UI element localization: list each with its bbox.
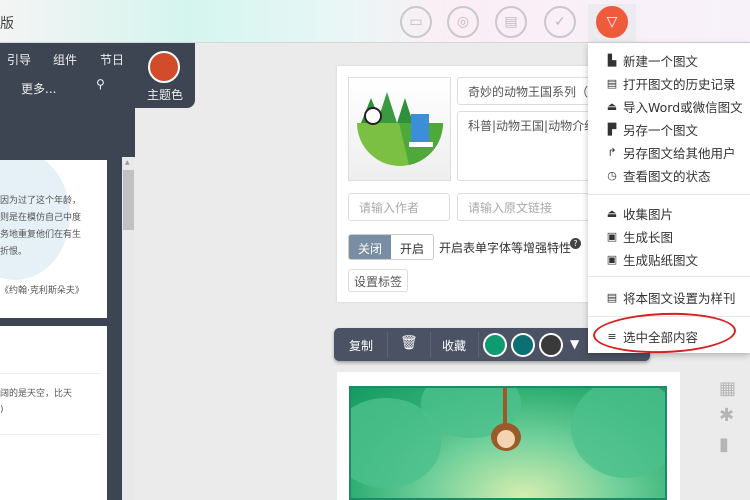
theme-color-label: 主题色 xyxy=(147,88,184,102)
menu-label: 另存一个图文 xyxy=(623,123,699,138)
asterisk-icon[interactable]: ✱ xyxy=(719,405,734,426)
more-dropdown-icon[interactable]: ▼ xyxy=(570,337,579,351)
menu-item-share[interactable]: ↱ 另存图文给其他用户 xyxy=(606,143,736,162)
color-swatch[interactable] xyxy=(483,333,507,357)
history-icon: ▤ xyxy=(606,77,618,90)
card-text: 务地重复他们在有生 xyxy=(0,230,82,240)
set-tags-button[interactable]: 设置标签 xyxy=(348,269,409,292)
menu-label: 新建一个图文 xyxy=(623,54,699,69)
collect-button[interactable]: 收藏 xyxy=(442,337,466,354)
menu-item-import[interactable]: ⏏ 导入Word或微信图文 xyxy=(606,97,743,116)
dropdown-menu: ▙ 新建一个图文 ▤ 打开图文的历史记录 ⏏ 导入Word或微信图文 ▛ 另存一个图文 … xyxy=(588,43,750,353)
sidebar-scrollbar[interactable]: ▲ xyxy=(122,157,135,500)
cover-image[interactable] xyxy=(348,77,451,181)
summary-textarea[interactable]: 科普|动物王国|动物介绍 xyxy=(457,111,597,181)
jungle-illustration xyxy=(349,386,667,500)
menu-label: 打开图文的历史记录 xyxy=(623,77,736,92)
author-input[interactable]: 请输入作者 xyxy=(348,193,450,221)
toggle-on[interactable]: 开启 xyxy=(391,235,433,259)
file-icon: ▙ xyxy=(607,54,617,67)
menu-item-sticker[interactable]: ▣ 生成贴纸图文 xyxy=(606,250,698,269)
article-settings-panel: 奇妙的动物王国系列（节 科普|动物王国|动物介绍 请输入作者 请输入原文链接 关… xyxy=(337,66,597,302)
menu-label: 收集图片 xyxy=(623,207,674,222)
menu-label: 将本图文设置为样刊 xyxy=(623,291,736,306)
menu-item-history[interactable]: ▤ 打开图文的历史记录 xyxy=(606,74,736,93)
print-icon[interactable]: ▤ xyxy=(495,6,527,38)
image-icon: ▣ xyxy=(606,230,618,243)
content-block[interactable] xyxy=(337,372,680,500)
enhance-toggle[interactable]: 关闭 开启 xyxy=(348,234,435,260)
menu-label: 查看图文的状态 xyxy=(623,169,711,184)
nav-more[interactable]: 更多... xyxy=(21,80,56,97)
menu-label: 另存图文给其他用户 xyxy=(623,146,736,161)
status-icon: ◷ xyxy=(607,169,617,182)
folder-icon[interactable]: ▭ xyxy=(400,6,432,38)
card-text: ) xyxy=(0,405,4,415)
toggle-off[interactable]: 关闭 xyxy=(349,235,392,259)
template-card[interactable]: 因为过了这个年龄， 则是在模仿自己中度 务地重复他们在有生 折恨。 《约翰·克利… xyxy=(0,160,107,318)
menu-label: 导入Word或微信图文 xyxy=(623,100,743,115)
search-icon[interactable]: ⚲ xyxy=(96,77,105,91)
template-icon: ▤ xyxy=(606,291,618,304)
delete-icon[interactable]: 🗑 xyxy=(400,335,418,351)
copy-button[interactable]: 复制 xyxy=(349,337,373,354)
card-text: 因为过了这个年龄， xyxy=(0,196,82,206)
color-swatch[interactable] xyxy=(539,333,563,357)
image-icon: ▣ xyxy=(606,253,618,266)
collect-image-icon: ⏏ xyxy=(606,207,618,220)
collection-icon[interactable]: ◎ xyxy=(447,6,479,38)
card-text: 阔的是天空，比天 xyxy=(0,389,73,399)
card-text: 折恨。 xyxy=(0,247,28,257)
menu-toggle-icon[interactable]: ▽ xyxy=(596,6,628,38)
chart-icon[interactable]: ▮ xyxy=(719,434,729,455)
card-text: 则是在模仿自己中度 xyxy=(0,213,82,223)
nav-holidays[interactable]: 节日 xyxy=(100,51,124,68)
theme-color-button[interactable] xyxy=(148,51,180,83)
menu-item-set-template[interactable]: ▤ 将本图文设置为样刊 xyxy=(606,288,736,307)
app-title: 版 xyxy=(0,16,14,32)
menu-item-new[interactable]: ▙ 新建一个图文 xyxy=(606,51,698,70)
menu-item-collect-images[interactable]: ⏏ 收集图片 xyxy=(606,204,673,223)
menu-label: 生成贴纸图文 xyxy=(623,253,699,268)
title-input[interactable]: 奇妙的动物王国系列（节 xyxy=(457,77,597,105)
help-icon[interactable]: ? xyxy=(570,238,581,249)
grid-icon[interactable]: ▦ xyxy=(719,378,736,399)
save-as-icon: ▛ xyxy=(607,123,617,136)
top-header: 版 ▭ ◎ ▤ ✓ ▽ xyxy=(0,0,750,43)
menu-item-long-image[interactable]: ▣ 生成长图 xyxy=(606,227,673,246)
import-icon: ⏏ xyxy=(606,100,618,113)
enhance-label: 开启表单字体等增强特性 xyxy=(439,241,572,255)
menu-item-status[interactable]: ◷ 查看图文的状态 xyxy=(606,166,711,185)
share-icon: ↱ xyxy=(607,146,617,159)
menu-item-save-as[interactable]: ▛ 另存一个图文 xyxy=(606,120,698,139)
source-link-input[interactable]: 请输入原文链接 xyxy=(457,193,597,221)
template-card[interactable]: 阔的是天空，比天 ) xyxy=(0,326,107,500)
check-icon[interactable]: ✓ xyxy=(544,6,576,38)
nav-components[interactable]: 组件 xyxy=(53,51,77,68)
nav-guide[interactable]: 引导 xyxy=(7,51,31,68)
card-text: 《约翰·克利斯朵夫》 xyxy=(0,286,84,296)
color-swatch[interactable] xyxy=(511,333,535,357)
menu-label: 生成长图 xyxy=(623,230,674,245)
